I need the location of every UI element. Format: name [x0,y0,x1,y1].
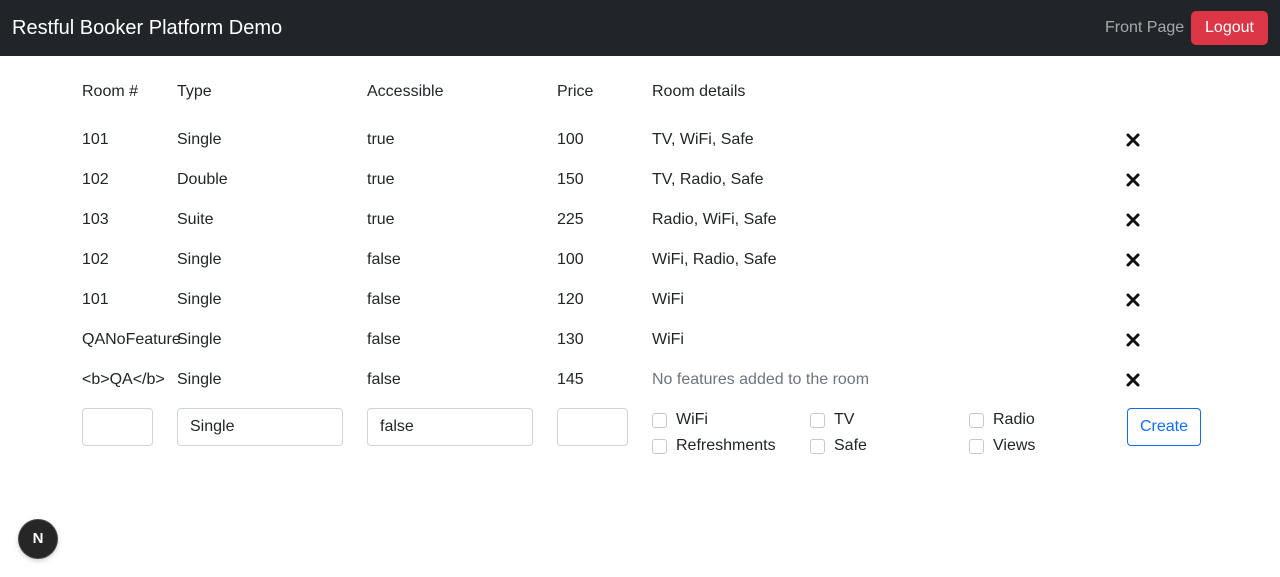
refreshments-checkbox-label: Refreshments [676,437,776,454]
room-accessible: true [367,171,395,188]
navbar: Restful Booker Platform Demo Front Page … [0,0,1280,56]
views-checkbox[interactable] [969,439,984,454]
room-number: 101 [82,291,109,308]
room-type: Suite [177,211,214,228]
tv-checkbox[interactable] [810,413,825,428]
room-details: Radio, WiFi, Safe [652,211,777,228]
room-type: Single [177,331,222,348]
create-button[interactable]: Create [1127,408,1201,446]
room-details: TV, Radio, Safe [652,171,764,188]
delete-icon[interactable] [1126,253,1140,267]
room-accessible: false [367,331,401,348]
room-price: 150 [557,171,584,188]
refreshments-checkbox[interactable] [652,439,667,454]
room-type: Single [177,131,222,148]
radio-checkbox[interactable] [969,413,984,428]
room-number-input[interactable] [82,408,153,446]
safe-checkbox-label: Safe [834,437,867,454]
header-accessible: Accessible [367,83,444,100]
room-price: 145 [557,371,584,388]
header-room-number: Room # [82,83,139,100]
room-type-select[interactable] [177,408,343,446]
room-number: QANoFeature [82,331,181,348]
room-accessible: false [367,251,401,268]
views-checkbox-label: Views [993,437,1036,454]
room-accessible: false [367,371,401,388]
room-price: 100 [557,251,584,268]
header-price: Price [557,83,594,100]
wifi-checkbox-label: WiFi [676,411,708,428]
room-accessible: true [367,211,395,228]
room-type: Double [177,171,228,188]
accessible-select[interactable] [367,408,533,446]
tv-checkbox-label: TV [834,411,855,428]
room-number: <b>QA</b> [82,371,165,388]
header-type: Type [177,83,212,100]
safe-checkbox[interactable] [810,439,825,454]
room-accessible: false [367,291,401,308]
room-number: 102 [82,171,109,188]
wifi-checkbox[interactable] [652,413,667,428]
nextjs-dev-indicator-icon[interactable]: N [19,520,57,558]
delete-icon[interactable] [1126,173,1140,187]
room-type: Single [177,251,222,268]
room-price: 100 [557,131,584,148]
delete-icon[interactable] [1126,293,1140,307]
room-details: WiFi [652,331,684,348]
room-details: WiFi, Radio, Safe [652,251,777,268]
brand-title[interactable]: Restful Booker Platform Demo [12,15,282,41]
front-page-link[interactable]: Front Page [1105,18,1184,38]
room-details: TV, WiFi, Safe [652,131,754,148]
room-type: Single [177,371,222,388]
delete-icon[interactable] [1126,333,1140,347]
price-input[interactable] [557,408,628,446]
room-accessible: true [367,131,395,148]
delete-icon[interactable] [1126,213,1140,227]
delete-icon[interactable] [1126,373,1140,387]
header-room-details: Room details [652,83,746,100]
delete-icon[interactable] [1126,133,1140,147]
room-type: Single [177,291,222,308]
room-price: 225 [557,211,584,228]
radio-checkbox-label: Radio [993,411,1035,428]
room-details: WiFi [652,291,684,308]
logout-button[interactable]: Logout [1191,11,1268,45]
room-price: 120 [557,291,584,308]
room-number: 101 [82,131,109,148]
room-number: 103 [82,211,109,228]
room-price: 130 [557,331,584,348]
room-details: No features added to the room [652,371,870,388]
room-number: 102 [82,251,109,268]
